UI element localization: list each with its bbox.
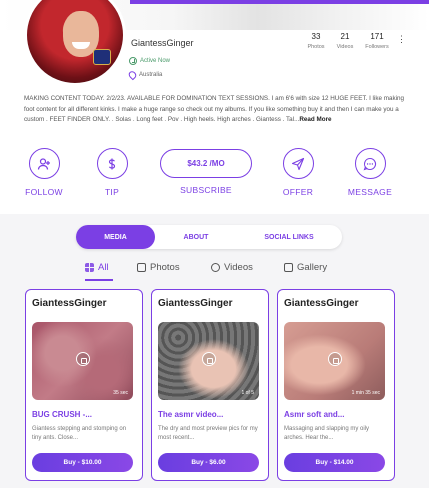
tip-label: TIP [104, 187, 120, 197]
card-duration: 1 min 35 sec [351, 390, 380, 396]
card-thumbnail[interactable]: 1 of 5 [158, 322, 259, 400]
stat-videos-count: 21 [340, 32, 350, 41]
card-title[interactable]: Asmr soft and... [284, 410, 344, 419]
filter-videos[interactable]: Videos [211, 262, 253, 273]
tab-media[interactable]: MEDIA [76, 225, 155, 249]
media-card[interactable]: GiantessGinger 35 sec BUG CRUSH -... Gia… [25, 289, 143, 481]
location-pin-icon [127, 69, 138, 81]
card-duration: 35 sec [113, 390, 128, 396]
chat-icon [354, 148, 386, 179]
profile-bio: MAKING CONTENT TODAY. 2/2/23. AVAILABLE … [24, 94, 406, 126]
card-thumbnail[interactable]: 1 min 35 sec [284, 322, 385, 400]
filter-videos-label: Videos [224, 262, 253, 273]
stat-photos-label: Photos [307, 44, 325, 50]
card-creator-name: GiantessGinger [158, 298, 233, 309]
read-more-link[interactable]: Read More [299, 116, 331, 123]
message-label: MESSAGE [347, 187, 393, 197]
card-description: The dry and most preview pics for my mos… [158, 426, 258, 441]
location-text: Australia [139, 72, 163, 78]
location: Australia [127, 69, 163, 81]
stat-followers[interactable]: 171 Followers [359, 32, 395, 50]
bio-text: MAKING CONTENT TODAY. 2/2/23. AVAILABLE … [24, 95, 405, 123]
media-card[interactable]: GiantessGinger 1 of 5 The asmr video... … [151, 289, 269, 481]
card-thumbnail[interactable]: 35 sec [32, 322, 133, 400]
card-title[interactable]: BUG CRUSH -... [32, 410, 92, 419]
tab-about[interactable]: ABOUT [158, 225, 234, 249]
card-description: Giantess stepping and stomping on tiny a… [32, 426, 127, 441]
stat-photos-count: 33 [311, 32, 321, 41]
filter-gallery[interactable]: Gallery [284, 262, 327, 273]
grid-icon [85, 263, 94, 272]
stat-videos[interactable]: 21 Videos [327, 32, 363, 50]
buy-button[interactable]: Buy - $14.00 [284, 453, 385, 472]
gallery-icon [284, 263, 293, 272]
active-status: Active Now [129, 57, 170, 65]
media-card[interactable]: GiantessGinger 1 min 35 sec Asmr soft an… [277, 289, 395, 481]
card-duration: 1 of 5 [241, 390, 254, 396]
card-creator-name: GiantessGinger [284, 298, 359, 309]
lock-icon [202, 352, 216, 366]
verified-badge-icon [93, 49, 111, 65]
filter-all-label: All [98, 262, 109, 273]
subscribe-button[interactable]: $43.2 /MO [160, 149, 252, 178]
filter-photos[interactable]: Photos [137, 262, 180, 273]
active-filter-underline [85, 279, 113, 281]
profile-username: GiantessGinger [131, 38, 194, 48]
subscribe-label: SUBSCRIBE [180, 185, 232, 195]
active-status-text: Active Now [140, 58, 171, 64]
filter-photos-label: Photos [150, 262, 180, 273]
offer-label: OFFER [282, 187, 314, 197]
offer-button[interactable]: OFFER [268, 148, 328, 197]
check-circle-icon [129, 57, 137, 65]
banner-accent-bar [130, 0, 429, 4]
message-button[interactable]: MESSAGE [340, 148, 400, 197]
card-title[interactable]: The asmr video... [158, 410, 223, 419]
card-description: Massaging and slapping my oily arches. H… [284, 426, 370, 441]
lock-icon [328, 352, 342, 366]
follow-icon [28, 148, 60, 179]
tip-button[interactable]: TIP [82, 148, 142, 197]
image-icon [137, 263, 146, 272]
video-icon [211, 263, 220, 272]
buy-button[interactable]: Buy - $6.00 [158, 453, 259, 472]
buy-button[interactable]: Buy - $10.00 [32, 453, 133, 472]
dollar-icon [96, 148, 128, 179]
avatar[interactable] [24, 0, 126, 86]
tab-social-links[interactable]: SOCIAL LINKS [246, 225, 332, 249]
lock-icon [76, 352, 90, 366]
filter-all[interactable]: All [85, 262, 109, 273]
more-options-icon[interactable]: ⋮ [397, 34, 406, 45]
card-creator-name: GiantessGinger [32, 298, 107, 309]
profile-tabs: MEDIA ABOUT SOCIAL LINKS [76, 225, 342, 249]
follow-label: FOLLOW [25, 187, 63, 197]
stat-followers-count: 171 [370, 32, 384, 41]
stat-followers-label: Followers [365, 44, 389, 50]
follow-button[interactable]: FOLLOW [14, 148, 74, 197]
send-icon [282, 148, 314, 179]
stat-videos-label: Videos [336, 44, 354, 50]
filter-gallery-label: Gallery [297, 262, 328, 273]
